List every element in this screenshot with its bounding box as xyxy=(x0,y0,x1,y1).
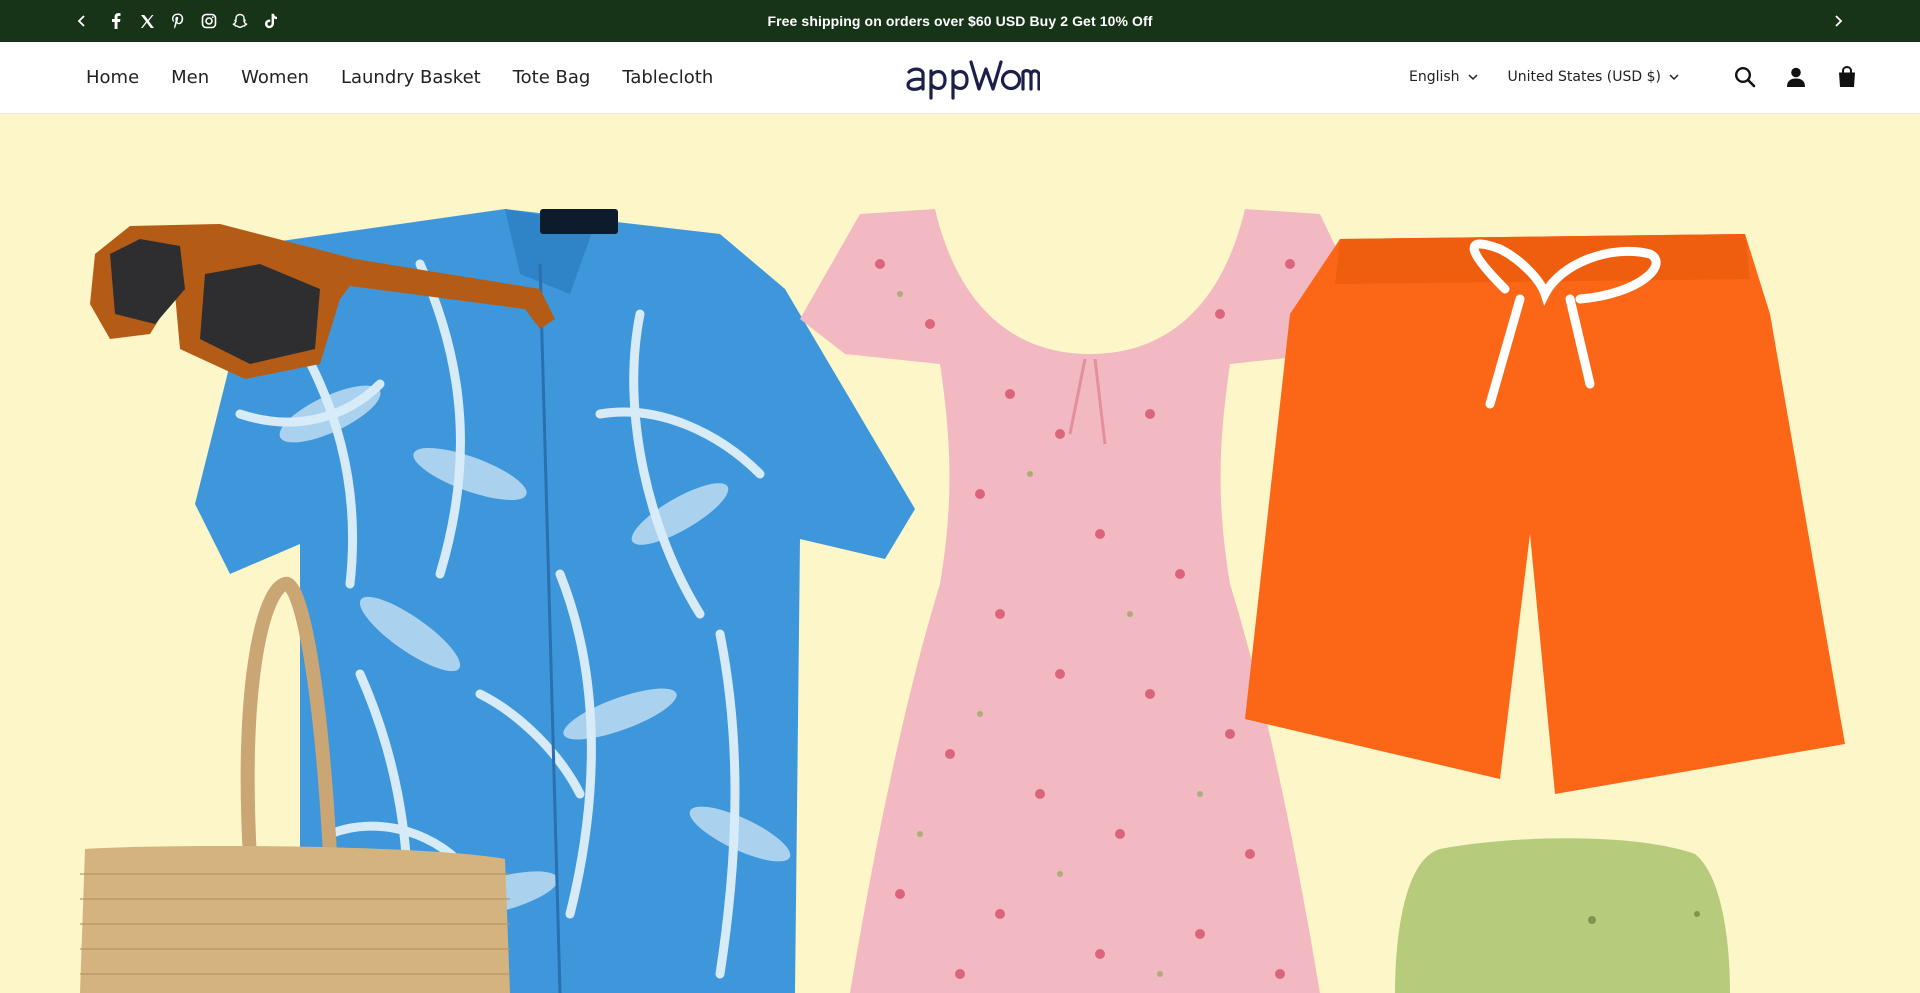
nav-women[interactable]: Women xyxy=(241,67,309,88)
header-actions: English United States (USD $) xyxy=(1409,42,1860,112)
nav-home[interactable]: Home xyxy=(86,67,139,88)
chevron-left-icon xyxy=(77,15,85,27)
hero-banner[interactable] xyxy=(0,114,1920,993)
instagram-icon xyxy=(201,13,217,29)
orange-shorts xyxy=(1245,234,1845,794)
green-bucket-hat xyxy=(1395,838,1730,993)
x-twitter-icon xyxy=(140,14,154,28)
nav-laundry-basket[interactable]: Laundry Basket xyxy=(341,67,481,88)
search-button[interactable] xyxy=(1732,64,1758,90)
tiktok-link[interactable] xyxy=(261,11,281,31)
x-twitter-link[interactable] xyxy=(137,11,157,31)
hero-illustration xyxy=(80,209,1845,993)
facebook-icon xyxy=(112,13,121,29)
cart-icon xyxy=(1839,66,1855,87)
announcement-next-button[interactable] xyxy=(1823,0,1853,42)
account-button[interactable] xyxy=(1783,64,1809,90)
nav-tote-bag[interactable]: Tote Bag xyxy=(513,67,591,88)
announcement-message: Free shipping on orders over $60 USD Buy… xyxy=(767,13,1153,29)
nav-men[interactable]: Men xyxy=(171,67,209,88)
chevron-down-icon xyxy=(1669,74,1679,81)
tiktok-icon xyxy=(265,13,277,29)
currency-label: United States (USD $) xyxy=(1507,69,1661,85)
main-nav: Home Men Women Laundry Basket Tote Bag T… xyxy=(86,42,713,112)
chevron-right-icon xyxy=(1835,15,1843,27)
announcement-prev-button[interactable] xyxy=(67,0,97,42)
announcement-bar: Free shipping on orders over $60 USD Buy… xyxy=(0,0,1920,42)
currency-selector[interactable]: United States (USD $) xyxy=(1508,69,1679,85)
pinterest-link[interactable] xyxy=(168,11,188,31)
pinterest-icon xyxy=(172,13,184,29)
appwom-logo xyxy=(906,60,1041,100)
cart-button[interactable] xyxy=(1834,64,1860,90)
search-icon xyxy=(1734,66,1756,88)
instagram-link[interactable] xyxy=(199,11,219,31)
store-logo[interactable] xyxy=(905,56,1041,100)
snapchat-icon xyxy=(232,13,248,28)
language-label: English xyxy=(1408,69,1460,85)
chevron-down-icon xyxy=(1468,74,1478,81)
facebook-link[interactable] xyxy=(106,11,126,31)
nav-tablecloth[interactable]: Tablecloth xyxy=(622,67,713,88)
site-header: Home Men Women Laundry Basket Tote Bag T… xyxy=(0,42,1920,114)
social-links xyxy=(106,0,281,42)
language-selector[interactable]: English xyxy=(1409,69,1478,85)
snapchat-link[interactable] xyxy=(230,11,250,31)
account-icon xyxy=(1787,67,1805,87)
